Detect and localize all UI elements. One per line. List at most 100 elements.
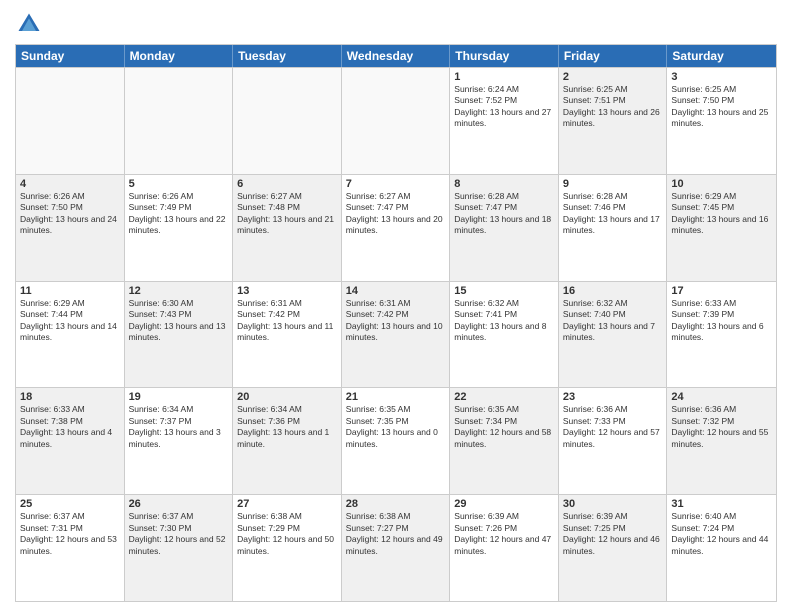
calendar-cell: 7Sunrise: 6:27 AM Sunset: 7:47 PM Daylig… [342, 175, 451, 281]
cell-info: Sunrise: 6:28 AM Sunset: 7:47 PM Dayligh… [454, 191, 554, 237]
day-number: 20 [237, 391, 337, 403]
cell-info: Sunrise: 6:27 AM Sunset: 7:47 PM Dayligh… [346, 191, 446, 237]
header-cell-tuesday: Tuesday [233, 45, 342, 67]
cell-info: Sunrise: 6:37 AM Sunset: 7:31 PM Dayligh… [20, 511, 120, 557]
header-cell-thursday: Thursday [450, 45, 559, 67]
calendar-cell: 20Sunrise: 6:34 AM Sunset: 7:36 PM Dayli… [233, 388, 342, 494]
day-number: 15 [454, 285, 554, 297]
day-number: 12 [129, 285, 229, 297]
calendar-cell: 6Sunrise: 6:27 AM Sunset: 7:48 PM Daylig… [233, 175, 342, 281]
calendar-cell: 27Sunrise: 6:38 AM Sunset: 7:29 PM Dayli… [233, 495, 342, 601]
day-number: 30 [563, 498, 663, 510]
cell-info: Sunrise: 6:30 AM Sunset: 7:43 PM Dayligh… [129, 298, 229, 344]
day-number: 5 [129, 178, 229, 190]
calendar-row-2: 11Sunrise: 6:29 AM Sunset: 7:44 PM Dayli… [16, 281, 776, 388]
cell-info: Sunrise: 6:32 AM Sunset: 7:40 PM Dayligh… [563, 298, 663, 344]
calendar-cell: 8Sunrise: 6:28 AM Sunset: 7:47 PM Daylig… [450, 175, 559, 281]
calendar-cell: 19Sunrise: 6:34 AM Sunset: 7:37 PM Dayli… [125, 388, 234, 494]
cell-info: Sunrise: 6:33 AM Sunset: 7:39 PM Dayligh… [671, 298, 772, 344]
calendar-row-4: 25Sunrise: 6:37 AM Sunset: 7:31 PM Dayli… [16, 494, 776, 601]
calendar-cell [125, 68, 234, 174]
cell-info: Sunrise: 6:31 AM Sunset: 7:42 PM Dayligh… [237, 298, 337, 344]
day-number: 13 [237, 285, 337, 297]
day-number: 22 [454, 391, 554, 403]
day-number: 10 [671, 178, 772, 190]
calendar-cell: 22Sunrise: 6:35 AM Sunset: 7:34 PM Dayli… [450, 388, 559, 494]
calendar-cell: 21Sunrise: 6:35 AM Sunset: 7:35 PM Dayli… [342, 388, 451, 494]
header-cell-sunday: Sunday [16, 45, 125, 67]
day-number: 11 [20, 285, 120, 297]
calendar-row-3: 18Sunrise: 6:33 AM Sunset: 7:38 PM Dayli… [16, 387, 776, 494]
calendar-header: SundayMondayTuesdayWednesdayThursdayFrid… [16, 45, 776, 67]
day-number: 17 [671, 285, 772, 297]
cell-info: Sunrise: 6:34 AM Sunset: 7:37 PM Dayligh… [129, 404, 229, 450]
cell-info: Sunrise: 6:36 AM Sunset: 7:32 PM Dayligh… [671, 404, 772, 450]
calendar-cell: 18Sunrise: 6:33 AM Sunset: 7:38 PM Dayli… [16, 388, 125, 494]
calendar-row-0: 1Sunrise: 6:24 AM Sunset: 7:52 PM Daylig… [16, 67, 776, 174]
day-number: 16 [563, 285, 663, 297]
cell-info: Sunrise: 6:31 AM Sunset: 7:42 PM Dayligh… [346, 298, 446, 344]
cell-info: Sunrise: 6:39 AM Sunset: 7:25 PM Dayligh… [563, 511, 663, 557]
calendar-cell: 24Sunrise: 6:36 AM Sunset: 7:32 PM Dayli… [667, 388, 776, 494]
day-number: 8 [454, 178, 554, 190]
day-number: 25 [20, 498, 120, 510]
calendar-cell: 23Sunrise: 6:36 AM Sunset: 7:33 PM Dayli… [559, 388, 668, 494]
day-number: 1 [454, 71, 554, 83]
cell-info: Sunrise: 6:40 AM Sunset: 7:24 PM Dayligh… [671, 511, 772, 557]
cell-info: Sunrise: 6:33 AM Sunset: 7:38 PM Dayligh… [20, 404, 120, 450]
cell-info: Sunrise: 6:32 AM Sunset: 7:41 PM Dayligh… [454, 298, 554, 344]
cell-info: Sunrise: 6:39 AM Sunset: 7:26 PM Dayligh… [454, 511, 554, 557]
cell-info: Sunrise: 6:38 AM Sunset: 7:29 PM Dayligh… [237, 511, 337, 557]
cell-info: Sunrise: 6:26 AM Sunset: 7:49 PM Dayligh… [129, 191, 229, 237]
header [15, 10, 777, 38]
calendar-cell: 4Sunrise: 6:26 AM Sunset: 7:50 PM Daylig… [16, 175, 125, 281]
calendar-cell: 29Sunrise: 6:39 AM Sunset: 7:26 PM Dayli… [450, 495, 559, 601]
calendar: SundayMondayTuesdayWednesdayThursdayFrid… [15, 44, 777, 602]
page: SundayMondayTuesdayWednesdayThursdayFrid… [0, 0, 792, 612]
calendar-cell [342, 68, 451, 174]
day-number: 3 [671, 71, 772, 83]
calendar-cell: 10Sunrise: 6:29 AM Sunset: 7:45 PM Dayli… [667, 175, 776, 281]
calendar-cell: 11Sunrise: 6:29 AM Sunset: 7:44 PM Dayli… [16, 282, 125, 388]
calendar-cell: 3Sunrise: 6:25 AM Sunset: 7:50 PM Daylig… [667, 68, 776, 174]
calendar-row-1: 4Sunrise: 6:26 AM Sunset: 7:50 PM Daylig… [16, 174, 776, 281]
cell-info: Sunrise: 6:27 AM Sunset: 7:48 PM Dayligh… [237, 191, 337, 237]
day-number: 27 [237, 498, 337, 510]
calendar-cell [16, 68, 125, 174]
calendar-cell: 14Sunrise: 6:31 AM Sunset: 7:42 PM Dayli… [342, 282, 451, 388]
header-cell-saturday: Saturday [667, 45, 776, 67]
day-number: 24 [671, 391, 772, 403]
day-number: 14 [346, 285, 446, 297]
calendar-cell: 17Sunrise: 6:33 AM Sunset: 7:39 PM Dayli… [667, 282, 776, 388]
calendar-cell: 12Sunrise: 6:30 AM Sunset: 7:43 PM Dayli… [125, 282, 234, 388]
calendar-cell: 9Sunrise: 6:28 AM Sunset: 7:46 PM Daylig… [559, 175, 668, 281]
calendar-cell: 2Sunrise: 6:25 AM Sunset: 7:51 PM Daylig… [559, 68, 668, 174]
cell-info: Sunrise: 6:35 AM Sunset: 7:34 PM Dayligh… [454, 404, 554, 450]
day-number: 7 [346, 178, 446, 190]
logo [15, 10, 47, 38]
calendar-cell: 31Sunrise: 6:40 AM Sunset: 7:24 PM Dayli… [667, 495, 776, 601]
calendar-cell: 1Sunrise: 6:24 AM Sunset: 7:52 PM Daylig… [450, 68, 559, 174]
cell-info: Sunrise: 6:35 AM Sunset: 7:35 PM Dayligh… [346, 404, 446, 450]
day-number: 4 [20, 178, 120, 190]
day-number: 21 [346, 391, 446, 403]
day-number: 9 [563, 178, 663, 190]
cell-info: Sunrise: 6:28 AM Sunset: 7:46 PM Dayligh… [563, 191, 663, 237]
logo-icon [15, 10, 43, 38]
header-cell-friday: Friday [559, 45, 668, 67]
day-number: 23 [563, 391, 663, 403]
cell-info: Sunrise: 6:29 AM Sunset: 7:45 PM Dayligh… [671, 191, 772, 237]
calendar-cell: 28Sunrise: 6:38 AM Sunset: 7:27 PM Dayli… [342, 495, 451, 601]
calendar-body: 1Sunrise: 6:24 AM Sunset: 7:52 PM Daylig… [16, 67, 776, 601]
cell-info: Sunrise: 6:34 AM Sunset: 7:36 PM Dayligh… [237, 404, 337, 450]
day-number: 18 [20, 391, 120, 403]
day-number: 29 [454, 498, 554, 510]
day-number: 31 [671, 498, 772, 510]
day-number: 19 [129, 391, 229, 403]
calendar-cell: 25Sunrise: 6:37 AM Sunset: 7:31 PM Dayli… [16, 495, 125, 601]
calendar-cell: 13Sunrise: 6:31 AM Sunset: 7:42 PM Dayli… [233, 282, 342, 388]
cell-info: Sunrise: 6:25 AM Sunset: 7:51 PM Dayligh… [563, 84, 663, 130]
cell-info: Sunrise: 6:24 AM Sunset: 7:52 PM Dayligh… [454, 84, 554, 130]
cell-info: Sunrise: 6:29 AM Sunset: 7:44 PM Dayligh… [20, 298, 120, 344]
header-cell-wednesday: Wednesday [342, 45, 451, 67]
